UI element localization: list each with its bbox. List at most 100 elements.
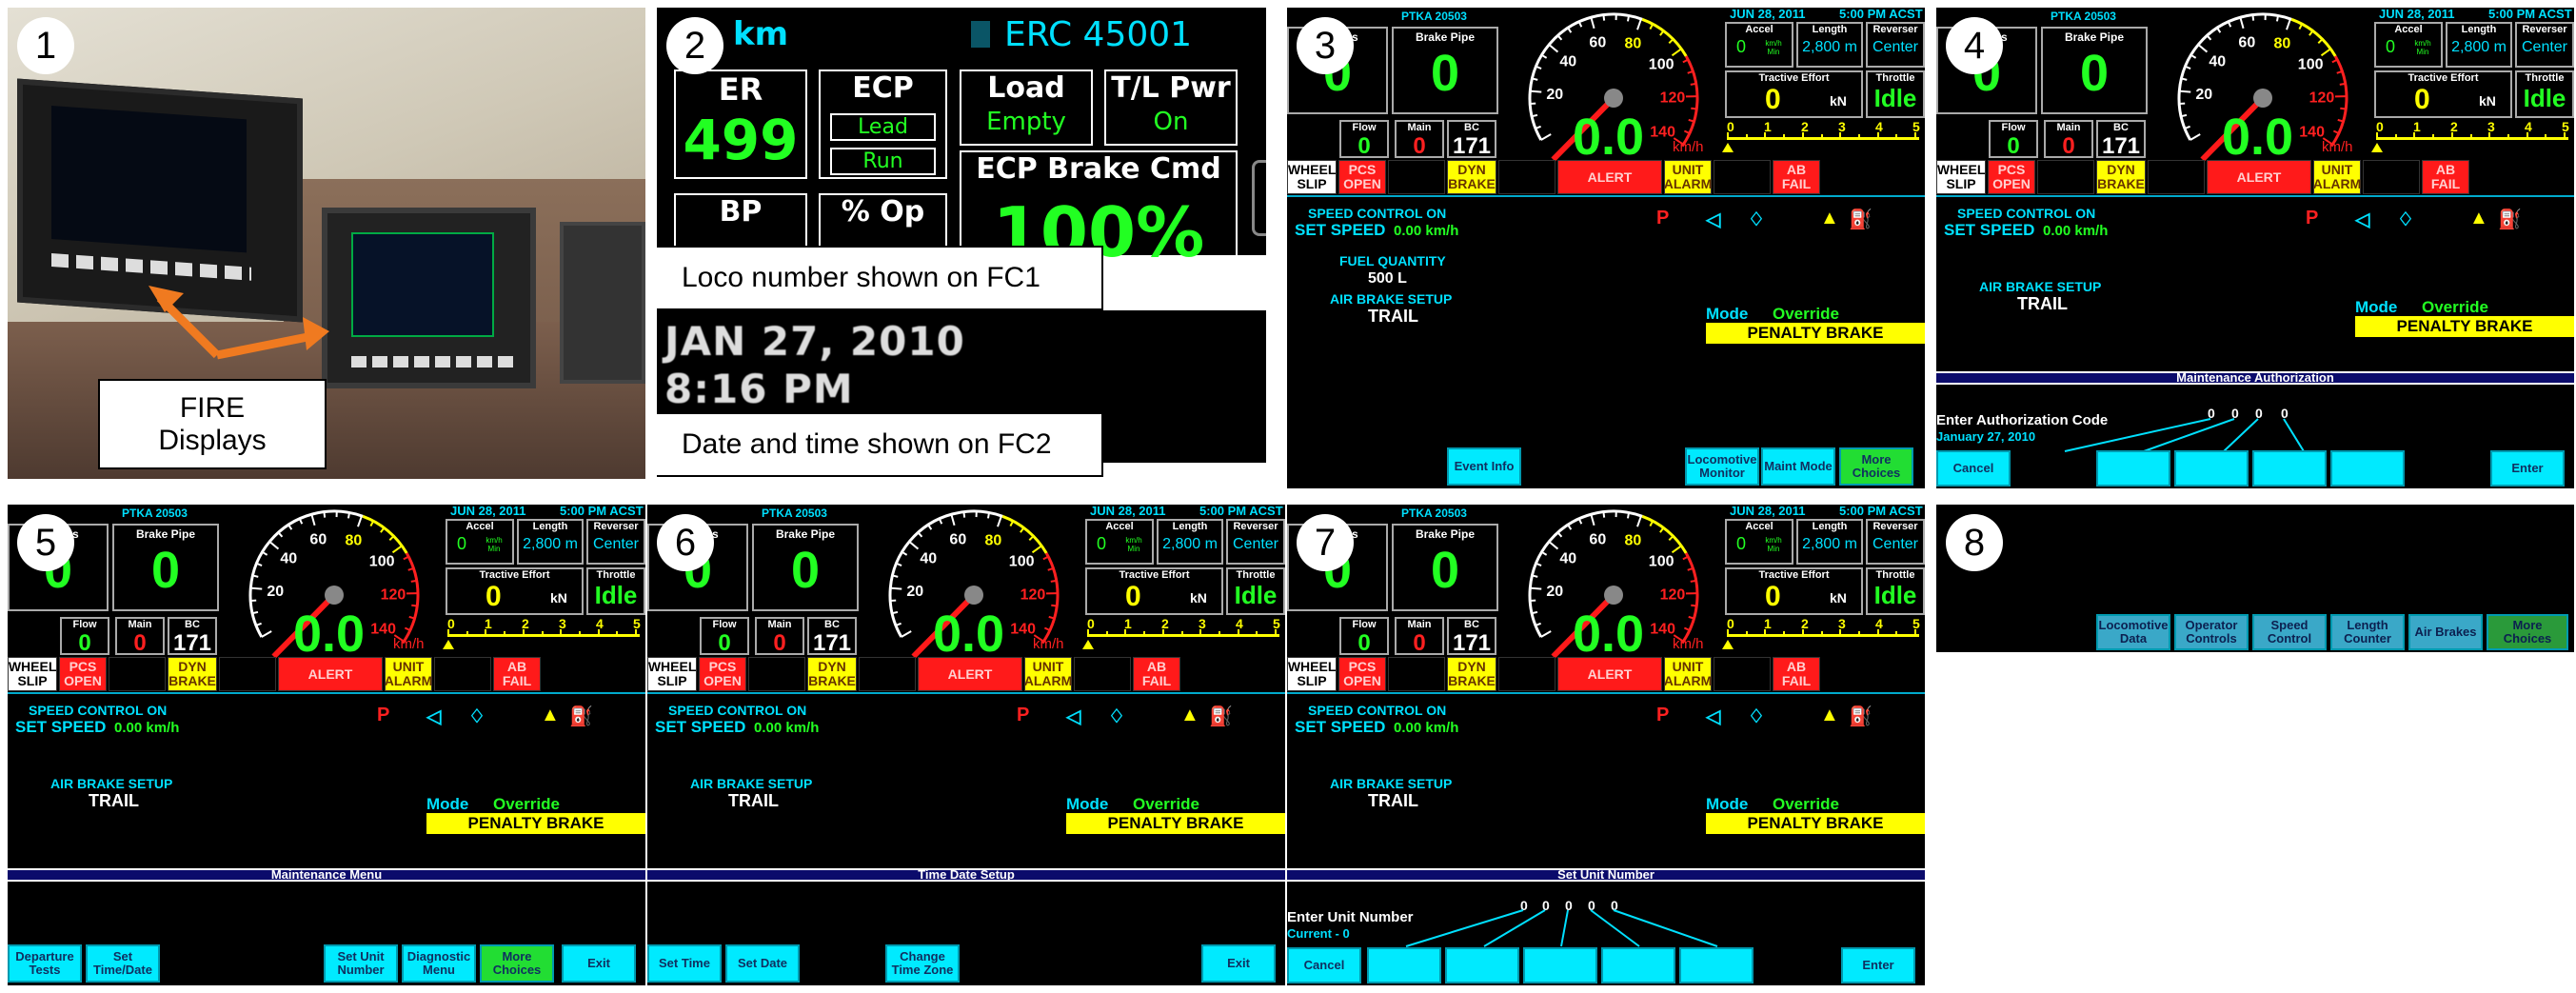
date: JUN 28, 2011 xyxy=(1730,8,1806,21)
sander-icon: ▲ xyxy=(2469,208,2488,228)
digit-button-3[interactable] xyxy=(2252,450,2327,487)
gauge-tick xyxy=(962,511,966,518)
maint-mode-button[interactable]: Maint Mode xyxy=(1761,447,1835,486)
gauge-tick xyxy=(890,586,902,590)
scale-tick xyxy=(2376,132,2378,140)
more-choices-button[interactable]: More Choices xyxy=(1839,447,1913,486)
operator-controls-button[interactable]: Operator Controls xyxy=(2174,614,2249,650)
throttle-box: Throttle Idle xyxy=(1866,567,1925,615)
digit-button-5[interactable] xyxy=(1679,947,1754,983)
air-brake-setup-label: AIR BRAKE SETUP xyxy=(690,776,813,791)
brake-pipe-value: 0 xyxy=(1430,542,1460,599)
digit-button-2[interactable] xyxy=(2174,450,2249,487)
speed-unit: km/h xyxy=(2322,139,2353,155)
main-box: Main 0 xyxy=(1395,617,1444,656)
empty-annunciator xyxy=(859,657,916,691)
panel-number: 1 xyxy=(17,17,74,74)
mode-value: Override xyxy=(1773,305,1839,323)
gauge-tick xyxy=(347,512,351,519)
horn-icon: ◁ xyxy=(426,706,442,727)
digit-button-3[interactable] xyxy=(1523,947,1597,983)
gauge-tick xyxy=(1535,125,1541,129)
gauge-tick xyxy=(1530,89,1542,93)
scale-tick xyxy=(2488,132,2491,140)
gauge-tick xyxy=(1567,524,1573,530)
unit-alarm-indicator: UNIT ALARM xyxy=(1664,160,1712,194)
cancel-button[interactable]: Cancel xyxy=(1936,450,2011,487)
digit-button-2[interactable] xyxy=(1445,947,1519,983)
wheel-slip-indicator: WHEEL SLIP xyxy=(1936,160,1986,194)
scale-tick xyxy=(560,629,563,637)
set-time-date-button[interactable]: Set Time/Date xyxy=(86,944,160,983)
accel-label: Accel xyxy=(1105,521,1134,532)
enter-button[interactable]: Enter xyxy=(2490,450,2565,487)
flow-label: Flow xyxy=(1352,122,1377,133)
gauge-tick xyxy=(1683,626,1691,631)
length-value: 2,800 m xyxy=(1802,39,1857,55)
scale-tick xyxy=(2413,132,2416,140)
scale-tick xyxy=(1764,132,1767,140)
gauge-tick xyxy=(250,586,263,590)
gauge-tick xyxy=(380,526,386,533)
tractive-effort-label: Tractive Effort xyxy=(1758,569,1830,581)
gauge-tick xyxy=(986,512,991,519)
gauge-tick xyxy=(908,541,920,550)
empty-annunciator xyxy=(1714,160,1771,194)
exit-button[interactable]: Exit xyxy=(1201,944,1276,983)
set-date-button[interactable]: Set Date xyxy=(725,944,800,983)
length-value: 2,800 m xyxy=(2451,39,2507,55)
cancel-button[interactable]: Cancel xyxy=(1287,947,1361,983)
set-unit-number-button[interactable]: Set Unit Number xyxy=(324,944,398,983)
more-choices-button[interactable]: More Choices xyxy=(480,944,554,983)
digit-button-1[interactable] xyxy=(2096,450,2170,487)
gauge-tick-label: 40 xyxy=(920,550,937,566)
parking-brake-icon: P xyxy=(1017,705,1030,725)
set-speed-value: 0.00 km/h xyxy=(1394,720,1459,736)
gauge-tick xyxy=(1540,550,1548,556)
gauge-tick xyxy=(1602,511,1606,518)
gauge-tick xyxy=(1577,21,1583,28)
gauge-tick xyxy=(1590,16,1595,30)
air-brake-setup-value: TRAIL xyxy=(728,791,779,810)
exit-button[interactable]: Exit xyxy=(562,944,636,983)
gauge-tick xyxy=(1532,77,1538,81)
locomotive-monitor-button[interactable]: Locomotive Monitor xyxy=(1685,447,1759,486)
tractive-effort-box: Tractive Effort 0 kN xyxy=(1085,567,1223,615)
diagnostic-menu-button[interactable]: Diagnostic Menu xyxy=(402,944,476,983)
digit-button-1[interactable] xyxy=(1367,947,1441,983)
enter-button[interactable]: Enter xyxy=(1841,947,1915,983)
gauge-tick-label: 40 xyxy=(280,550,297,566)
scale-tick xyxy=(1105,631,1108,636)
air-brakes-button[interactable]: Air Brakes xyxy=(2408,614,2483,650)
gauge-tick xyxy=(1028,535,1035,542)
gauge-tick xyxy=(1540,133,1552,141)
gauge-tick-label: 60 xyxy=(309,531,327,547)
bc-value: 171 xyxy=(2101,133,2141,159)
reverser-box: Reverser Center xyxy=(1226,519,1285,565)
gauge-tick xyxy=(2298,23,2304,30)
tractive-effort-label: Tractive Effort xyxy=(1119,569,1190,581)
length-counter-button[interactable]: Length Counter xyxy=(2330,614,2405,650)
more-choices-button[interactable]: More Choices xyxy=(2487,614,2568,650)
scale-tick xyxy=(2394,134,2397,139)
bc-label: BC xyxy=(1464,619,1479,630)
tractive-effort-value: 0 xyxy=(1765,581,1781,612)
locomotive-data-button[interactable]: Locomotive Data xyxy=(2096,614,2170,650)
gauge-tick-label: 120 xyxy=(2309,90,2335,107)
accel-box: Accel 0 km/h Min xyxy=(1725,22,1793,68)
change-time-zone-button[interactable]: Change Time Zone xyxy=(885,944,960,983)
scale-marker-icon xyxy=(1722,640,1734,649)
reverser-box: Reverser Center xyxy=(586,519,645,565)
speed-control-button[interactable]: Speed Control xyxy=(2252,614,2327,650)
gauge-tick xyxy=(2251,14,2255,21)
event-info-button[interactable]: Event Info xyxy=(1447,447,1521,486)
mode-value: Override xyxy=(1773,795,1839,813)
set-time-button[interactable]: Set Time xyxy=(647,944,722,983)
gauge-tick-label: 100 xyxy=(2298,57,2324,73)
digit-button-4[interactable] xyxy=(1601,947,1675,983)
gauge-tick xyxy=(1682,58,1689,64)
empty-annunciator xyxy=(1498,657,1556,691)
departure-tests-button[interactable]: Departure Tests xyxy=(8,944,82,983)
time: 5:00 PM ACST xyxy=(1839,505,1923,518)
digit-button-4[interactable] xyxy=(2330,450,2405,487)
